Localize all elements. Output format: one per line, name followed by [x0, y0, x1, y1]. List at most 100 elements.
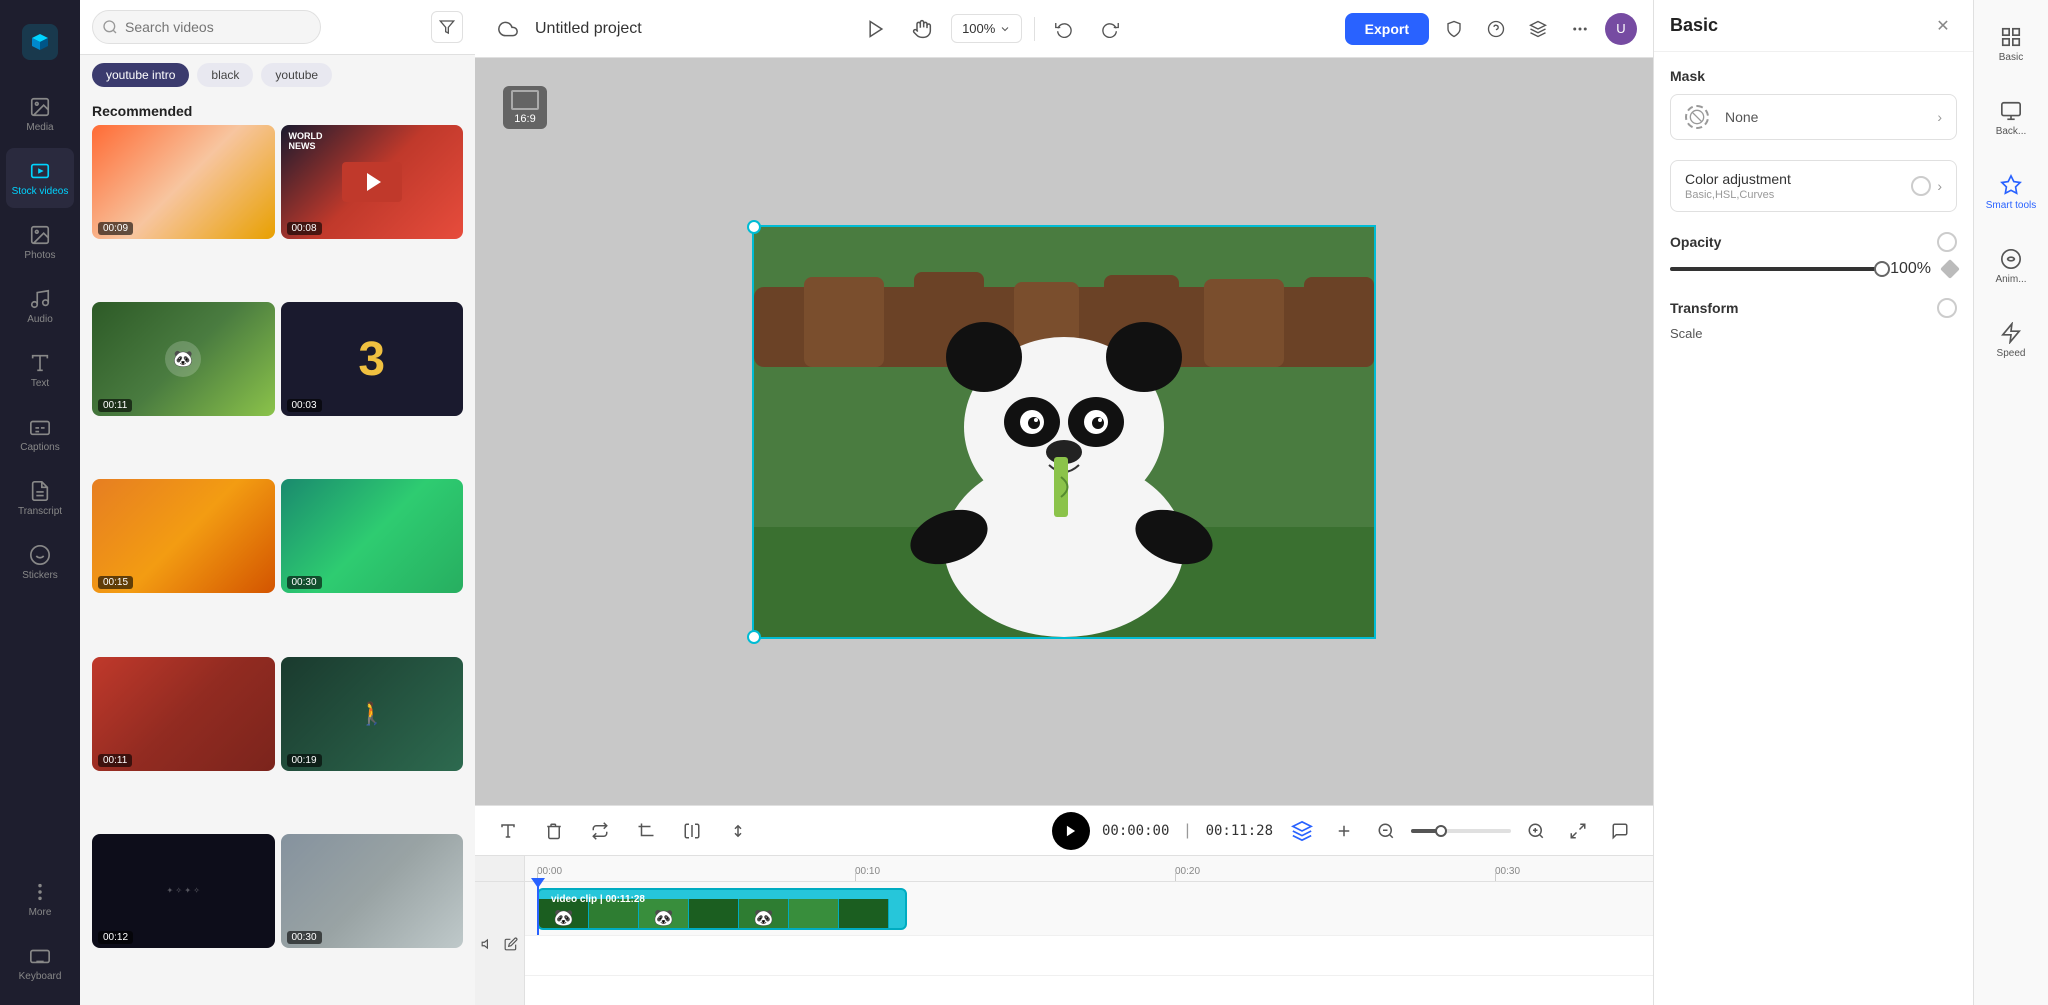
video-thumb-8[interactable]: 🚶 00:19 [281, 657, 464, 771]
track-row-empty [525, 936, 1653, 976]
sidebar-item-captions[interactable]: Captions [6, 404, 74, 464]
color-adjustment-section: Color adjustment Basic,HSL,Curves › [1670, 160, 1957, 212]
tag-row: youtube intro black youtube [80, 55, 475, 95]
tag-youtube[interactable]: youtube [261, 63, 332, 87]
sidebar-item-more[interactable]: More [6, 869, 74, 929]
scale-label: Scale [1670, 326, 1957, 341]
sidebar-item-photos[interactable]: Photos [6, 212, 74, 272]
filter-button[interactable] [431, 11, 463, 43]
sidebar-item-stickers[interactable]: Stickers [6, 532, 74, 592]
track-labels [475, 856, 525, 1005]
resize-handle-bl[interactable] [747, 630, 761, 644]
center-align-icon[interactable] [1327, 814, 1361, 848]
smart-tool-animation-label: Anim... [1995, 274, 2026, 285]
text-tool-button[interactable] [491, 814, 525, 848]
playhead[interactable] [537, 882, 539, 935]
help-icon[interactable] [1479, 12, 1513, 46]
header-center: 100% [654, 12, 1333, 46]
undo-button[interactable] [1047, 12, 1081, 46]
loop-button[interactable] [583, 814, 617, 848]
color-adj-toggle[interactable] [1911, 176, 1931, 196]
time-separator: | [1185, 822, 1189, 840]
video-duration-10: 00:30 [287, 931, 322, 944]
play-button[interactable] [1052, 812, 1090, 850]
volume-button[interactable] [479, 929, 498, 959]
tag-youtube-intro[interactable]: youtube intro [92, 63, 189, 87]
canvas-frame [752, 225, 1376, 639]
export-button[interactable]: Export [1345, 13, 1429, 45]
opacity-slider-thumb[interactable] [1874, 261, 1890, 277]
search-input[interactable] [92, 10, 321, 44]
shield-icon[interactable] [1437, 12, 1471, 46]
transform-toggle[interactable] [1937, 298, 1957, 318]
smart-tool-basic[interactable]: Basic [1977, 8, 2045, 80]
flip-button[interactable] [675, 814, 709, 848]
avatar[interactable]: U [1605, 13, 1637, 45]
fullscreen-icon[interactable] [1561, 814, 1595, 848]
ai-tool-button[interactable] [1285, 814, 1319, 848]
app-container: Media Stock videos Photos Audio Text Cap… [0, 0, 2048, 1005]
redo-button[interactable] [1093, 12, 1127, 46]
sidebar-item-audio[interactable]: Audio [6, 276, 74, 336]
crop-button[interactable] [629, 814, 663, 848]
color-adjustment-row[interactable]: Color adjustment Basic,HSL,Curves › [1670, 160, 1957, 212]
sidebar-item-stock-videos[interactable]: Stock videos [6, 148, 74, 208]
sidebar-item-media[interactable]: Media [6, 84, 74, 144]
video-thumb-9[interactable]: ✦ ✧ ✦ ✧ 00:12 [92, 834, 275, 948]
zoom-selector[interactable]: 100% [951, 14, 1022, 43]
video-thumb-7[interactable]: 00:11 [92, 657, 275, 771]
tag-black[interactable]: black [197, 63, 253, 87]
ruler-mark-10: 00:10 [855, 866, 880, 877]
zoom-slider-thumb[interactable] [1435, 825, 1447, 837]
opacity-label: Opacity [1670, 234, 1721, 250]
cloud-save-icon[interactable] [491, 12, 525, 46]
sidebar-item-transcript[interactable]: Transcript [6, 468, 74, 528]
split-button[interactable] [721, 814, 755, 848]
comment-icon[interactable] [1603, 814, 1637, 848]
video-thumb-5[interactable]: 00:15 [92, 479, 275, 593]
clip-thumb-7 [839, 899, 889, 930]
video-thumb-4[interactable]: 3 00:03 [281, 302, 464, 416]
ruler-mark-30: 00:30 [1495, 866, 1520, 877]
zoom-in-icon[interactable] [1519, 814, 1553, 848]
transform-label: Transform [1670, 300, 1738, 316]
transform-section: Transform Scale [1670, 298, 1957, 341]
edit-button[interactable] [502, 929, 521, 959]
zoom-slider[interactable] [1411, 829, 1511, 833]
opacity-header: Opacity [1670, 232, 1957, 252]
track-label-video [475, 882, 524, 1005]
video-duration-3: 00:11 [98, 399, 132, 412]
smart-tool-speed[interactable]: Speed [1977, 304, 2045, 376]
header: Untitled project 100% [475, 0, 1653, 58]
delete-button[interactable] [537, 814, 571, 848]
panel-close-button[interactable]: ✕ [1929, 12, 1957, 40]
video-duration-1: 00:09 [98, 222, 133, 235]
panda-image [754, 227, 1374, 637]
layers-icon[interactable] [1521, 12, 1555, 46]
search-wrapper [92, 10, 423, 44]
play-mode-icon[interactable] [859, 12, 893, 46]
video-duration-7: 00:11 [98, 754, 132, 767]
video-thumb-10[interactable]: 00:30 [281, 834, 464, 948]
sidebar-item-text[interactable]: Text [6, 340, 74, 400]
resize-handle-tl[interactable] [747, 220, 761, 234]
sidebar-item-keyboard[interactable]: Keyboard [6, 933, 74, 993]
video-thumb-3[interactable]: 🐼 00:11 [92, 302, 275, 416]
smart-tool-background[interactable]: Back... [1977, 82, 2045, 154]
opacity-toggle[interactable] [1937, 232, 1957, 252]
opacity-value-display: 100% [1890, 260, 1957, 278]
search-bar [80, 0, 475, 55]
mask-selector[interactable]: None › [1670, 94, 1957, 140]
video-thumb-1[interactable]: 00:09 [92, 125, 275, 239]
opacity-slider[interactable] [1670, 267, 1882, 271]
video-clip-block[interactable]: video clip | 00:11:28 🐼 🐼 🐼 [537, 888, 907, 930]
hand-tool-icon[interactable] [905, 12, 939, 46]
video-thumb-2[interactable]: WORLDNEWS 00:08 [281, 125, 464, 239]
video-duration-2: 00:08 [287, 222, 322, 235]
video-thumb-6[interactable]: 00:30 [281, 479, 464, 593]
zoom-out-icon[interactable] [1369, 814, 1403, 848]
smart-tool-animation[interactable]: Anim... [1977, 230, 2045, 302]
keyframe-diamond-icon[interactable] [1940, 259, 1960, 279]
more-options-icon[interactable] [1563, 12, 1597, 46]
smart-tool-smart[interactable]: Smart tools [1977, 156, 2045, 228]
